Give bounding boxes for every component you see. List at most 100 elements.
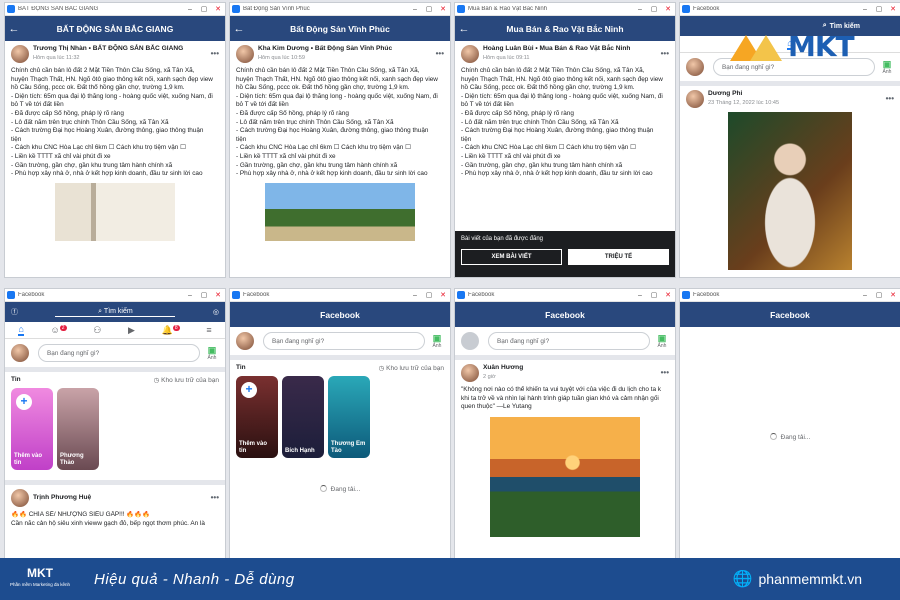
story-add[interactable]: + Thêm vào tin [11,388,53,470]
notifications-badge: 8 [172,324,180,331]
maximize-button[interactable]: ▢ [197,5,211,13]
maximize-button[interactable]: ▢ [647,291,661,299]
watch-icon[interactable]: ▶ [128,325,135,336]
back-arrow-icon[interactable]: ← [230,23,248,35]
avatar[interactable] [236,45,254,63]
titlebar: Facebook – ▢ ✕ [5,289,225,302]
post-image-child[interactable] [728,112,852,270]
maximize-button[interactable]: ▢ [422,291,436,299]
photo-button[interactable]: ▣ Ảnh [205,345,219,361]
post-author[interactable]: Xuân Hương [483,364,523,373]
post-author[interactable]: Dương Phi [708,90,779,99]
archive-link[interactable]: ◷ Kho lưu trữ của bạn [379,364,444,372]
minimize-button[interactable]: – [183,6,197,13]
maximize-button[interactable]: ▢ [872,5,886,13]
story-item[interactable]: Thương Em Tào [328,376,370,458]
photo-button[interactable]: ▣ Ảnh [655,333,669,349]
facebook-icon [682,291,690,299]
friends-icon[interactable]: ☺ 2 [51,325,67,335]
more-options-icon[interactable]: ••• [661,49,669,59]
messenger-icon[interactable]: ◎ [213,308,219,316]
post-text-line: - Cách trường Đại học Hoàng Xuân, đường … [11,127,204,135]
website[interactable]: 🌐 phanmemmkt.vn [733,569,900,589]
window-bac-ninh: Mua Bán & Rao Vặt Bắc Ninh – ▢ ✕ ← Mua Bán &… [454,2,676,278]
close-button[interactable]: ✕ [886,291,900,299]
close-button[interactable]: ✕ [211,5,225,13]
post-text: Chính chủ cần bán lô đất 2 Mặt Tiền Thôn… [461,67,669,179]
more-options-icon[interactable]: ••• [661,368,669,378]
plus-icon: + [16,394,32,410]
boost-button[interactable]: TRIỆU TẾ [568,249,669,265]
minimize-button[interactable]: – [633,6,647,13]
avatar[interactable] [11,45,29,63]
search-bar[interactable]: ⌕ Tìm kiếm [55,308,176,317]
window-facebook-feed-3: Facebook – ▢ ✕ Facebook Bạn đang nghĩ gì? ▣ Ả… [229,288,451,564]
avatar[interactable] [461,364,479,382]
avatar[interactable] [236,332,254,350]
archive-link[interactable]: ◷ Kho lưu trữ của bạn [154,376,219,384]
photo-label: Ảnh [657,342,667,349]
more-options-icon[interactable]: ••• [886,94,894,104]
avatar[interactable] [11,489,29,507]
composer-input[interactable]: Bạn đang nghĩ gì? [488,332,650,350]
notifications-icon[interactable]: 🔔 8 [162,324,180,336]
more-options-icon[interactable]: ••• [211,493,219,503]
post-author[interactable]: Hoàng Luân Bùi • Mua Bán & Rao Vặt Bắc N… [483,45,630,54]
close-button[interactable]: ✕ [211,291,225,299]
minimize-button[interactable]: – [408,6,422,13]
post-author[interactable]: Trương Thị Nhàn • BẤT ĐỘNG SẢN BẮC GIANG [33,45,183,54]
view-post-button[interactable]: XEM BÀI VIẾT [461,249,562,265]
post-author[interactable]: Trịnh Phương Huệ [33,494,91,503]
more-options-icon[interactable]: ••• [436,49,444,59]
story-add[interactable]: + Thêm vào tin [236,376,278,458]
story-item[interactable]: Phương Thảo [57,388,99,470]
post-text: Chính chủ cần bán lô đất 2 Mặt Tiền Thôn… [236,67,444,179]
home-icon[interactable]: ⌂ [18,324,24,336]
maximize-button[interactable]: ▢ [422,5,436,13]
facebook-logo-icon[interactable]: ⓕ [11,307,18,317]
titlebar: Facebook – ▢ ✕ [680,289,900,302]
maximize-button[interactable]: ▢ [872,291,886,299]
avatar[interactable] [461,332,479,350]
post-image-landscape[interactable] [265,182,415,241]
window-facebook-feed-4: Facebook – ▢ ✕ Facebook Bạn đang nghĩ gì? ▣ Ả… [454,288,676,564]
composer-input[interactable]: Bạn đang nghĩ gì? [263,332,425,350]
post-text-line: bỏ T về tới đất liền [236,101,289,109]
post-author[interactable]: Kha Kim Dương • Bất Động Sản Vĩnh Phúc [258,45,392,54]
post: Dương Phi 23 Tháng 12, 2022 lúc 10:45 ••• [680,86,900,274]
logo-mark-icon [730,29,788,63]
post-published-toast: Bài viết của bạn đã được đăng XEM BÀI VI… [455,231,675,277]
back-arrow-icon[interactable]: ← [455,23,473,35]
close-button[interactable]: ✕ [661,5,675,13]
post-image-document[interactable] [55,182,175,241]
loading-indicator: Đang tải... [680,433,900,441]
post: Hoàng Luân Bùi • Mua Bán & Rao Vặt Bắc N… [455,41,675,183]
maximize-button[interactable]: ▢ [197,291,211,299]
minimize-button[interactable]: – [633,292,647,299]
composer-input[interactable]: Bạn đang nghĩ gì? [38,344,200,362]
more-options-icon[interactable]: ••• [211,49,219,59]
close-button[interactable]: ✕ [661,291,675,299]
avatar[interactable] [461,45,479,63]
minimize-button[interactable]: – [408,292,422,299]
avatar[interactable] [686,58,704,76]
photo-button[interactable]: ▣ Ảnh [430,333,444,349]
post-image-sunset[interactable] [490,416,640,537]
story-item[interactable]: Bích Hạnh [282,376,324,458]
post-text-line: - Liền kề TTTT xã chỉ vài phút đi xe [236,152,336,160]
close-button[interactable]: ✕ [436,291,450,299]
minimize-button[interactable]: – [858,6,872,13]
maximize-button[interactable]: ▢ [647,5,661,13]
window-facebook-loading: Facebook – ▢ ✕ Facebook Đang tải... [679,288,900,564]
minimize-button[interactable]: – [858,292,872,299]
app-header: Facebook [680,302,900,327]
groups-icon[interactable]: ⚇ [93,325,101,336]
avatar[interactable] [11,344,29,362]
close-button[interactable]: ✕ [886,5,900,13]
back-arrow-icon[interactable]: ← [5,23,23,35]
post-text-line: Chính chủ cần bán lô đất 2 Mặt Tiền Thôn… [11,67,195,74]
avatar[interactable] [686,90,704,108]
menu-icon[interactable]: ≡ [206,325,211,335]
close-button[interactable]: ✕ [436,5,450,13]
minimize-button[interactable]: – [183,292,197,299]
